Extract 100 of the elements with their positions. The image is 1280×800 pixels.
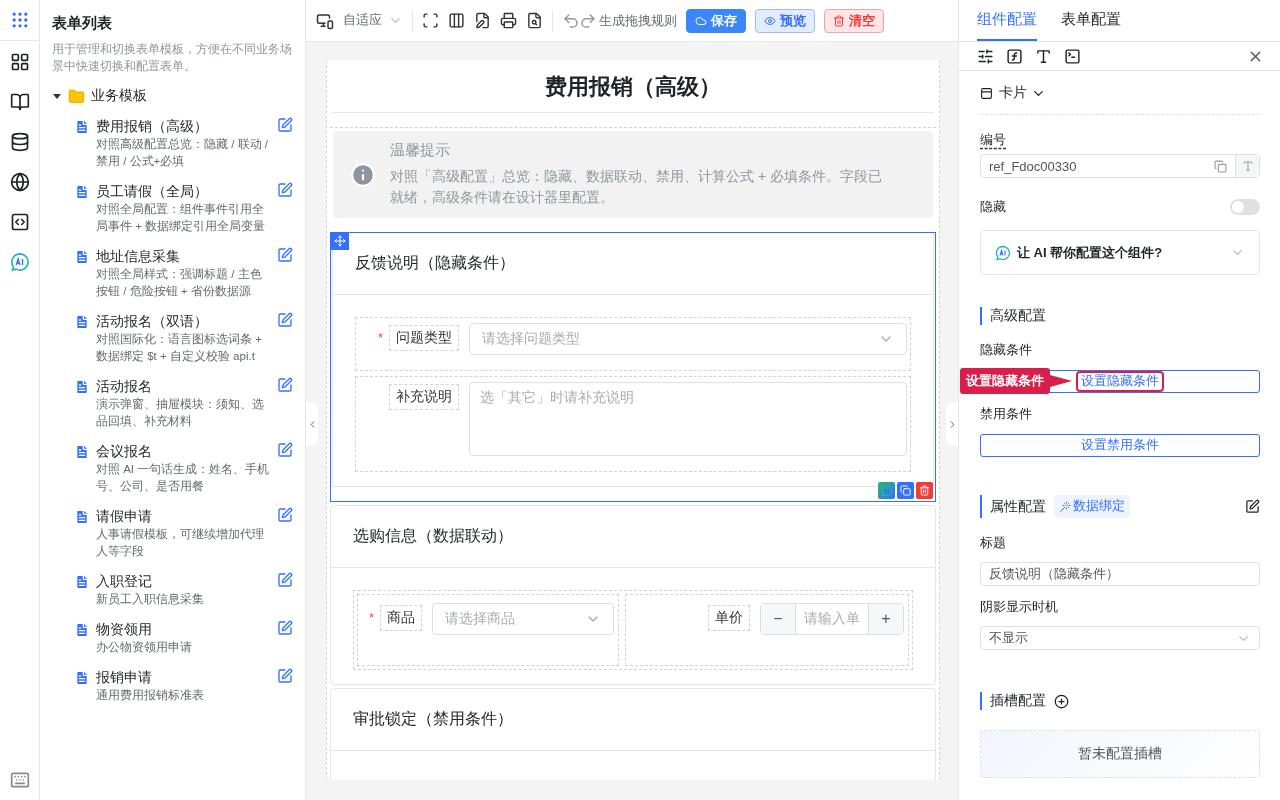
- title-field[interactable]: 反馈说明（隐藏条件）: [980, 562, 1260, 586]
- copy-icon[interactable]: [897, 482, 914, 499]
- document-icon: [74, 249, 90, 265]
- folder-icon: [68, 87, 85, 105]
- id-field[interactable]: ref_Fdoc00330: [980, 154, 1260, 178]
- document-icon: [74, 574, 90, 590]
- template-description: 办公物资领用申请: [96, 640, 193, 655]
- wand-icon: [1059, 500, 1071, 513]
- text-style-icon[interactable]: [1035, 47, 1052, 65]
- ai-assist-card[interactable]: 让 AI 帮你配置这个组件?: [980, 230, 1260, 275]
- card-icon: [980, 86, 993, 100]
- columns-icon[interactable]: [448, 12, 465, 29]
- form-section[interactable]: 审批锁定（禁用条件）: [330, 688, 936, 780]
- template-title[interactable]: 活动报名: [96, 377, 271, 395]
- shadow-select[interactable]: 不显示: [980, 626, 1260, 650]
- field-label: 隐藏: [980, 198, 1006, 216]
- globe-icon[interactable]: [9, 172, 30, 192]
- folder-row[interactable]: 业务模板: [52, 87, 293, 105]
- document-icon: [74, 444, 90, 460]
- form-section[interactable]: 反馈说明（隐藏条件） * 问题类型 请选择问题类型 补充说明 选「其它」时请补充说明: [330, 232, 936, 502]
- section-heading: 高级配置: [990, 307, 1046, 325]
- field-label: 问题类型: [389, 325, 459, 351]
- condition-button[interactable]: 设置禁用条件: [980, 434, 1260, 457]
- increment-button[interactable]: +: [869, 604, 903, 634]
- sliders-icon[interactable]: [977, 47, 994, 65]
- field-label: 隐藏条件: [980, 341, 1033, 359]
- code-icon[interactable]: [9, 212, 30, 232]
- document-icon: [74, 184, 90, 200]
- generate-rules-button[interactable]: 生成拖拽规则: [599, 11, 677, 30]
- template-description: 新员工入职信息采集: [96, 592, 205, 607]
- ai-glyph-icon: [880, 484, 893, 497]
- edit-icon[interactable]: [1245, 499, 1260, 514]
- printer-icon[interactable]: [500, 12, 517, 29]
- template-title[interactable]: 员工请假（全局）: [96, 182, 271, 200]
- toolbar-button[interactable]: 保存: [686, 8, 746, 33]
- file-search-icon[interactable]: [526, 12, 543, 29]
- template-title[interactable]: 会议报名: [96, 442, 271, 460]
- number-field[interactable]: − 请输入单 +: [760, 603, 904, 635]
- alert-text: 对照「高级配置」总览：隐藏、数据联动、禁用、计算公式 + 必填条件。字段已就绪，高级条件请在设计器里配置。: [390, 167, 883, 207]
- terminal-icon[interactable]: [1064, 47, 1081, 65]
- move-handle-icon[interactable]: [330, 232, 349, 250]
- form-title: 费用报销（高级）: [332, 60, 934, 113]
- alert-title: 温馨提示: [390, 141, 451, 160]
- section-title: 审批锁定（禁用条件）: [331, 689, 935, 751]
- field-label: 禁用条件: [980, 405, 1033, 423]
- delete-icon[interactable]: [916, 482, 933, 499]
- panel-description: 用于管理和切换表单模板，方便在不同业务场景中快速切换和配置表单。: [52, 41, 293, 75]
- template-description: 对照国际化：语言图标选词条 + 数据绑定 $t + 自定义校验 api.t: [96, 332, 263, 364]
- document-icon: [74, 670, 90, 686]
- frame-icon[interactable]: [422, 12, 439, 29]
- copy-icon[interactable]: [1214, 159, 1227, 173]
- template-title[interactable]: 入职登记: [96, 572, 271, 590]
- field-label: 补充说明: [389, 384, 459, 410]
- device-select[interactable]: 自适应: [343, 12, 403, 29]
- redo-icon[interactable]: [579, 11, 597, 30]
- info-icon: [350, 161, 376, 188]
- database-icon[interactable]: [9, 132, 30, 152]
- undo-icon[interactable]: [562, 11, 580, 30]
- toolbar-button[interactable]: 预览: [755, 8, 815, 33]
- keyboard-icon[interactable]: [9, 770, 30, 790]
- book-icon[interactable]: [9, 92, 30, 112]
- field-label: 阴影显示时机: [980, 598, 1059, 616]
- grid-icon[interactable]: [9, 52, 30, 72]
- section-heading: 插槽配置: [990, 692, 1046, 710]
- template-description: 对照高级配置总览：隐藏 / 联动 / 禁用 / 公式+必填: [96, 137, 269, 169]
- template-title[interactable]: 物资领用: [96, 620, 271, 638]
- config-tab[interactable]: 组件配置: [977, 0, 1037, 41]
- template-title[interactable]: 报销申请: [96, 668, 271, 686]
- template-description: 演示弹窗、抽屉模块：须知、选品回填、补充材料: [96, 397, 265, 429]
- component-type-select[interactable]: 卡片: [999, 84, 1046, 102]
- eye-icon: [764, 14, 776, 27]
- add-icon[interactable]: [1054, 693, 1069, 709]
- decrement-button[interactable]: −: [761, 604, 795, 634]
- hidden-switch[interactable]: [1230, 199, 1260, 215]
- template-title[interactable]: 费用报销（高级）: [96, 117, 271, 135]
- device-icon[interactable]: [316, 11, 334, 30]
- form-section[interactable]: 选购信息（数据联动） * 商品 请选择商品 单价 − 请输入单 +: [330, 505, 936, 685]
- template-title[interactable]: 地址信息采集: [96, 247, 271, 265]
- template-title[interactable]: 请假申请: [96, 507, 271, 525]
- field-label: 编号: [980, 131, 1006, 149]
- section-title: 选购信息（数据联动）: [331, 506, 935, 568]
- caret-icon: [52, 91, 62, 101]
- empty-slots: 暂未配置插槽: [980, 730, 1260, 778]
- ai-chat-icon: [995, 244, 1011, 261]
- required-mark: *: [378, 331, 383, 345]
- template-title[interactable]: 活动报名（双语）: [96, 312, 271, 330]
- section-heading: 属性配置: [990, 497, 1046, 516]
- config-tab[interactable]: 表单配置: [1061, 0, 1121, 41]
- function-icon[interactable]: [1006, 47, 1023, 65]
- document-icon: [74, 119, 90, 135]
- panel-title: 表单列表: [52, 14, 113, 33]
- required-mark: *: [369, 611, 374, 625]
- field-label: 标题: [980, 534, 1007, 552]
- field-label: 单价: [708, 605, 750, 631]
- template-description: 对照全局样式：强调标题 / 主色按钮 / 危险按钮 + 省份数据源: [96, 267, 263, 299]
- template-description: 对照全局配置：组件事件引用全局事件 + 数据绑定引用全局变量: [96, 202, 267, 234]
- document-icon: [74, 379, 90, 395]
- file-edit-icon[interactable]: [474, 12, 491, 29]
- cloud-icon: [695, 14, 707, 27]
- data-binding-tag[interactable]: 数据绑定: [1054, 495, 1130, 518]
